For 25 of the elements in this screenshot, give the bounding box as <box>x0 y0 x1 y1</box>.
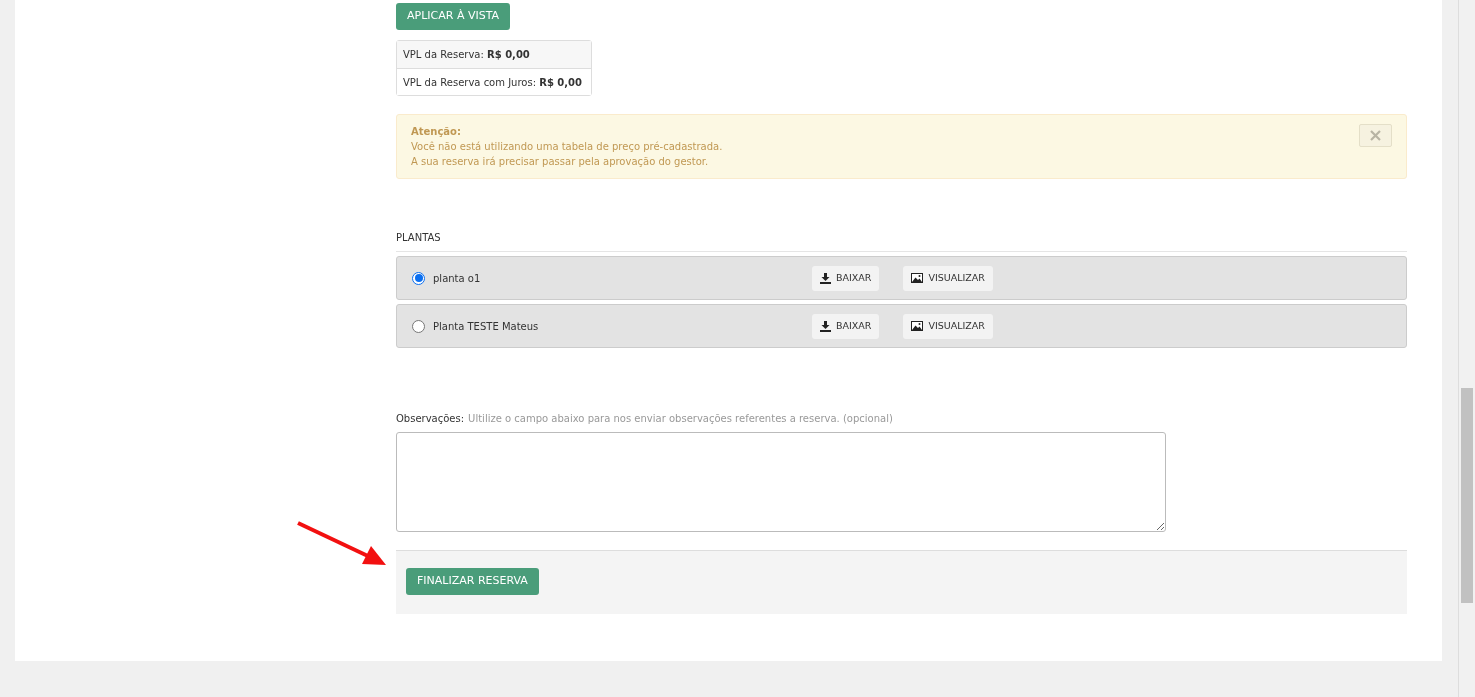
close-button[interactable] <box>1359 124 1392 147</box>
notes-hint: Ultilize o campo abaixo para nos enviar observações referentes a reserva. (opcional) <box>468 412 893 426</box>
scrollbar[interactable] <box>1458 0 1475 697</box>
download-button[interactable]: BAIXAR <box>812 265 880 291</box>
alert-text: A sua reserva irá precisar passar pela aprovação do gestor. <box>411 155 710 169</box>
summary-text: VPL da Reserva com Juros: R$ 0,00 <box>403 77 583 88</box>
download-icon <box>820 272 831 284</box>
notes-field[interactable] <box>396 432 1166 532</box>
notes-label: Observações: <box>396 412 465 426</box>
download-button[interactable]: BAIXAR <box>812 313 880 339</box>
image-icon <box>911 321 924 331</box>
radio-button[interactable] <box>412 319 425 333</box>
view-button[interactable]: VISUALIZAR <box>903 313 993 339</box>
plan-name: planta o1 <box>433 271 482 286</box>
image-icon <box>911 273 924 283</box>
scrollbar-thumb[interactable] <box>1461 388 1473 603</box>
download-icon <box>820 320 831 332</box>
summary-text: VPL da Reserva: R$ 0,00 <box>403 49 530 60</box>
view-button[interactable]: VISUALIZAR <box>903 265 993 291</box>
section-title: PLANTAS <box>396 230 1407 252</box>
close-icon <box>1370 130 1381 141</box>
alert-text: Você não está utilizando uma tabela de preço pré-cadastrada. <box>411 140 723 154</box>
alert-title: Atenção: <box>411 125 462 139</box>
radio-button[interactable] <box>412 271 425 285</box>
plan-name: Planta TESTE Mateus <box>433 319 540 334</box>
